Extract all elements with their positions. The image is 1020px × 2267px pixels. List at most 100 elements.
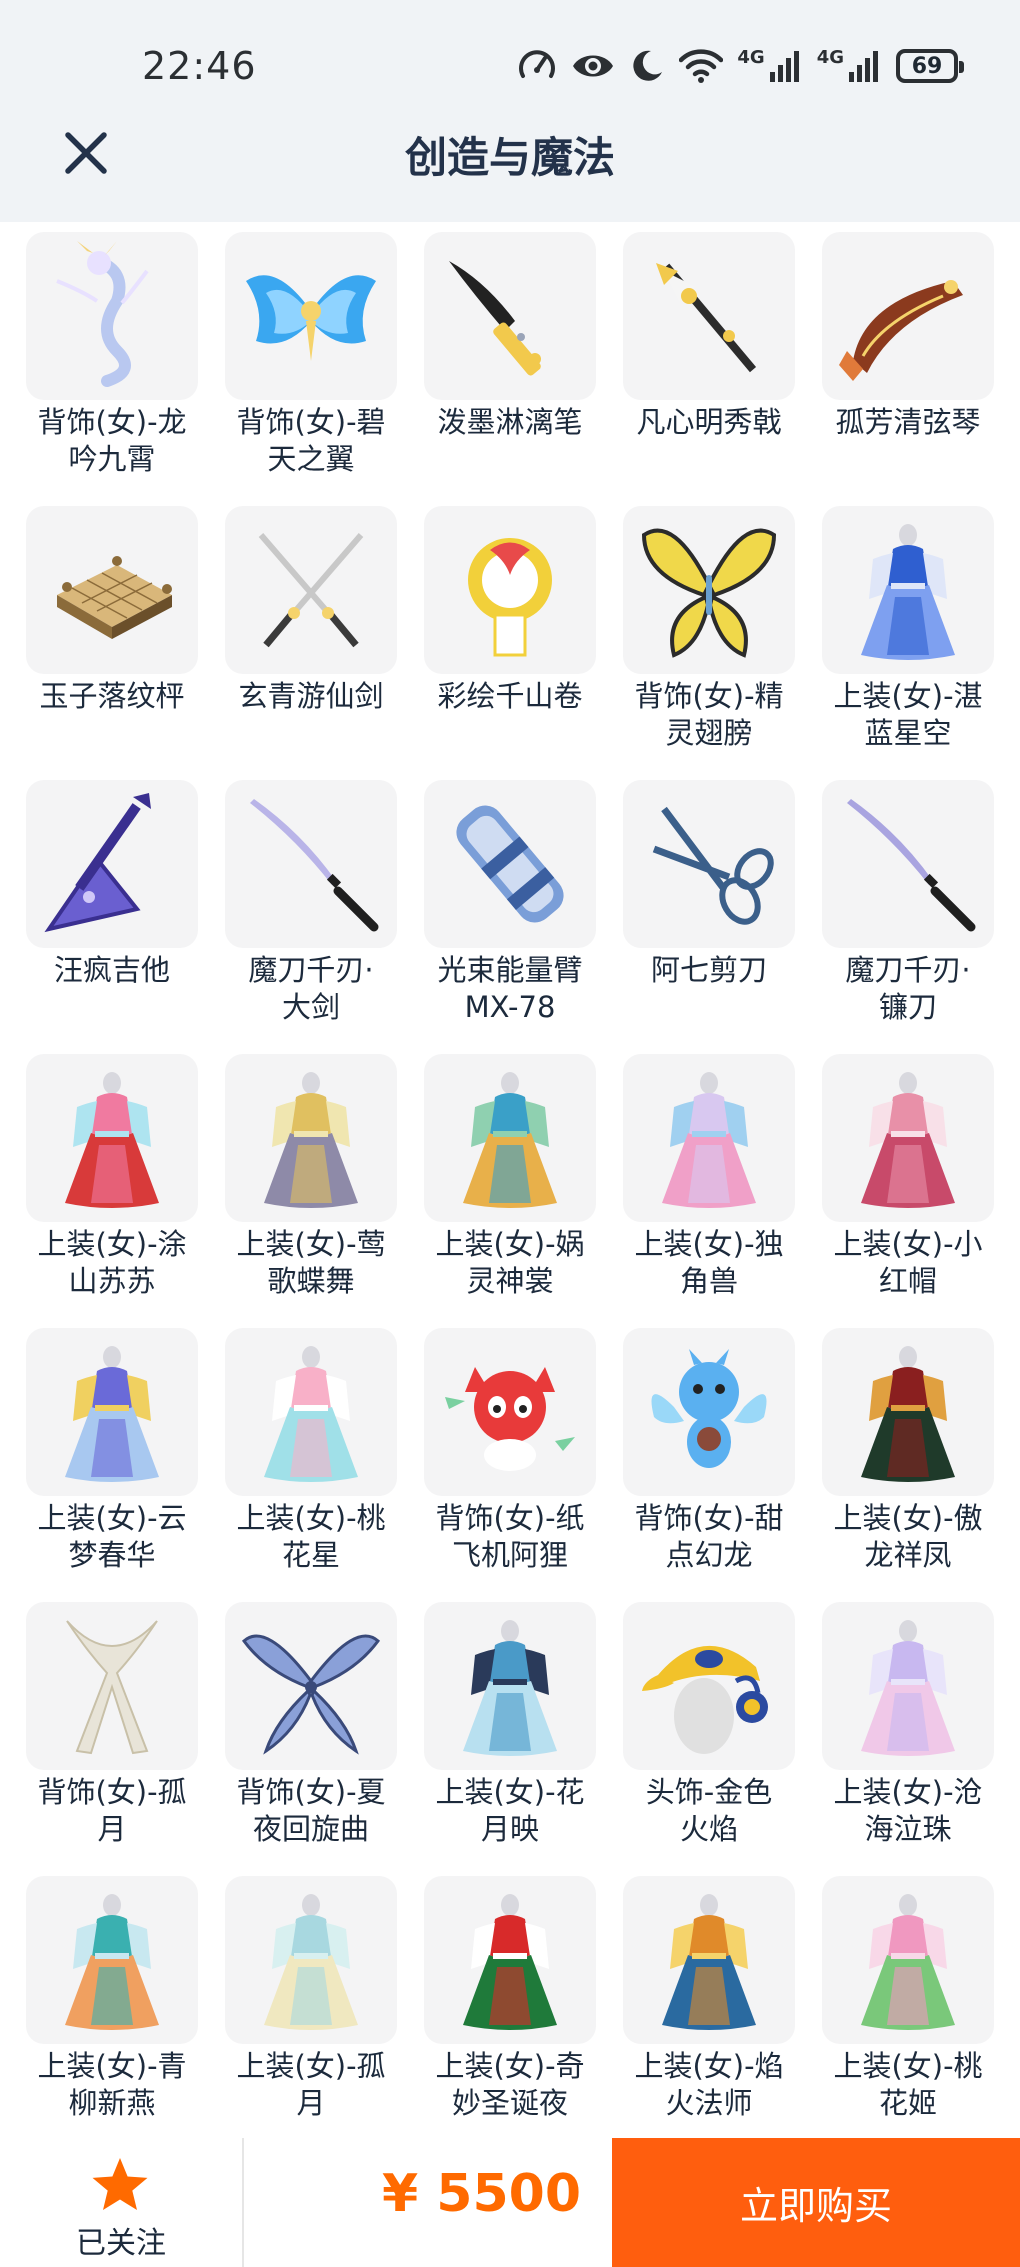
pet-dragon-icon	[651, 1349, 767, 1468]
dress-icon	[65, 1894, 159, 2030]
katana-icon	[250, 799, 379, 932]
item-thumbnail	[225, 506, 397, 674]
item-thumbnail	[822, 1876, 994, 2044]
page-title: 创造与魔法	[404, 133, 615, 182]
dragon-icon	[56, 241, 149, 387]
item-name: 光束能量臂 MX-78	[437, 953, 583, 1024]
item-card[interactable]: 玄青游仙剑	[225, 506, 397, 780]
item-card[interactable]: 上装(女)-奇 妙圣诞夜	[424, 1876, 596, 2150]
item-card[interactable]: 上装(女)-焰 火法师	[623, 1876, 795, 2150]
item-thumbnail	[822, 780, 994, 948]
item-card[interactable]: 上装(女)-娲 灵神裳	[424, 1054, 596, 1328]
item-card[interactable]: 泼墨淋漓笔	[424, 232, 596, 506]
item-name: 上装(女)-娲 灵神裳	[435, 1227, 585, 1298]
item-name: 上装(女)-涂 山苏苏	[37, 1227, 187, 1298]
item-card[interactable]: 汪疯吉他	[26, 780, 198, 1054]
item-name: 上装(女)-莺 歌蝶舞	[236, 1227, 386, 1298]
item-card[interactable]: 光束能量臂 MX-78	[424, 780, 596, 1054]
item-thumbnail	[822, 1054, 994, 1222]
dress-icon	[861, 1072, 955, 1208]
item-card[interactable]: 上装(女)-云 梦春华	[26, 1328, 198, 1602]
item-name: 上装(女)-独 角兽	[634, 1227, 784, 1298]
item-card[interactable]: 头饰-金色 火焰	[623, 1602, 795, 1876]
item-name: 上装(女)-沧 海泣珠	[833, 1775, 983, 1846]
item-card[interactable]: 上装(女)-桃 花星	[225, 1328, 397, 1602]
item-card[interactable]: 魔刀千刃· 大剑	[225, 780, 397, 1054]
item-card[interactable]: 魔刀千刃· 镰刀	[822, 780, 994, 1054]
swords-icon	[258, 533, 364, 648]
item-name: 凡心明秀戟	[636, 405, 782, 439]
item-thumbnail	[225, 1876, 397, 2044]
item-card[interactable]: 背饰(女)-纸 飞机阿狸	[424, 1328, 596, 1602]
item-thumbnail	[424, 1054, 596, 1222]
dress-icon	[861, 524, 955, 660]
item-card[interactable]: 阿七剪刀	[623, 780, 795, 1054]
item-card[interactable]: 上装(女)-涂 山苏苏	[26, 1054, 198, 1328]
item-card[interactable]: 背饰(女)-碧 天之翼	[225, 232, 397, 506]
item-card[interactable]: 彩绘千山卷	[424, 506, 596, 780]
item-card[interactable]: 上装(女)-独 角兽	[623, 1054, 795, 1328]
item-thumbnail	[26, 232, 198, 400]
dress-icon	[264, 1894, 358, 2030]
item-card[interactable]: 背饰(女)-孤月	[26, 1602, 198, 1876]
dress-icon	[463, 1072, 557, 1208]
arm-icon	[456, 805, 564, 923]
item-card[interactable]: 背饰(女)-精 灵翅膀	[623, 506, 795, 780]
dress-icon	[662, 1894, 756, 2030]
item-card[interactable]: 上装(女)-湛 蓝星空	[822, 506, 994, 780]
item-thumbnail	[26, 1054, 198, 1222]
board-icon	[57, 556, 172, 639]
dress-icon	[861, 1620, 955, 1756]
item-thumbnail	[26, 506, 198, 674]
item-name: 魔刀千刃· 镰刀	[845, 953, 971, 1024]
item-name: 上装(女)-花 月映	[435, 1775, 585, 1846]
item-card[interactable]: 玉子落纹枰	[26, 506, 198, 780]
item-name: 背饰(女)-甜 点幻龙	[634, 1501, 784, 1572]
item-grid: 背饰(女)-龙 吟九霄 背饰(女)-碧 天之翼 泼墨淋漓笔 凡心明秀戟 孤芳清弦…	[26, 232, 1001, 2150]
item-card[interactable]: 上装(女)-小 红帽	[822, 1054, 994, 1328]
item-name: 背饰(女)-龙 吟九霄	[37, 405, 187, 476]
item-card[interactable]: 凡心明秀戟	[623, 232, 795, 506]
item-name: 上装(女)-焰 火法师	[634, 2049, 784, 2120]
item-name: 上装(女)-小 红帽	[833, 1227, 983, 1298]
item-thumbnail	[424, 780, 596, 948]
item-thumbnail	[26, 1328, 198, 1496]
item-thumbnail	[225, 1602, 397, 1770]
item-card[interactable]: 背饰(女)-甜 点幻龙	[623, 1328, 795, 1602]
divider	[242, 2138, 244, 2267]
follow-button[interactable]: 已关注	[0, 2138, 242, 2267]
item-card[interactable]: 上装(女)-青 柳新燕	[26, 1876, 198, 2150]
buy-now-button[interactable]: 立即购买	[612, 2138, 1020, 2267]
dress-icon	[264, 1072, 358, 1208]
item-name: 上装(女)-青 柳新燕	[37, 2049, 187, 2120]
signal-icon	[769, 51, 799, 82]
item-card[interactable]: 上装(女)-花 月映	[424, 1602, 596, 1876]
item-thumbnail	[623, 780, 795, 948]
item-card[interactable]: 背饰(女)-龙 吟九霄	[26, 232, 198, 506]
item-thumbnail	[225, 232, 397, 400]
item-name: 上装(女)-桃 花姬	[833, 2049, 983, 2120]
eye-icon	[573, 55, 614, 77]
item-thumbnail	[424, 1602, 596, 1770]
item-card[interactable]: 背饰(女)-夏 夜回旋曲	[225, 1602, 397, 1876]
scissors-icon	[652, 806, 774, 925]
item-name: 上装(女)-孤月	[236, 2049, 386, 2120]
item-thumbnail	[623, 1054, 795, 1222]
item-card[interactable]: 上装(女)-莺 歌蝶舞	[225, 1054, 397, 1328]
follow-label: 已关注	[76, 2226, 166, 2261]
halberd-icon	[656, 263, 757, 373]
item-thumbnail	[424, 506, 596, 674]
wifi-icon	[679, 49, 724, 83]
item-card[interactable]: 上装(女)-傲 龙祥凤	[822, 1328, 994, 1602]
item-card[interactable]: 上装(女)-桃 花姬	[822, 1876, 994, 2150]
dress-icon	[861, 1894, 955, 2030]
item-thumbnail	[623, 232, 795, 400]
item-name: 汪疯吉他	[53, 953, 170, 987]
item-card[interactable]: 上装(女)-沧 海泣珠	[822, 1602, 994, 1876]
item-card[interactable]: 上装(女)-孤月	[225, 1876, 397, 2150]
item-name: 玉子落纹枰	[39, 679, 185, 713]
item-card[interactable]: 孤芳清弦琴	[822, 232, 994, 506]
item-name: 泼墨淋漓笔	[437, 405, 583, 439]
item-thumbnail	[424, 232, 596, 400]
item-name: 上装(女)-桃 花星	[236, 1501, 386, 1572]
